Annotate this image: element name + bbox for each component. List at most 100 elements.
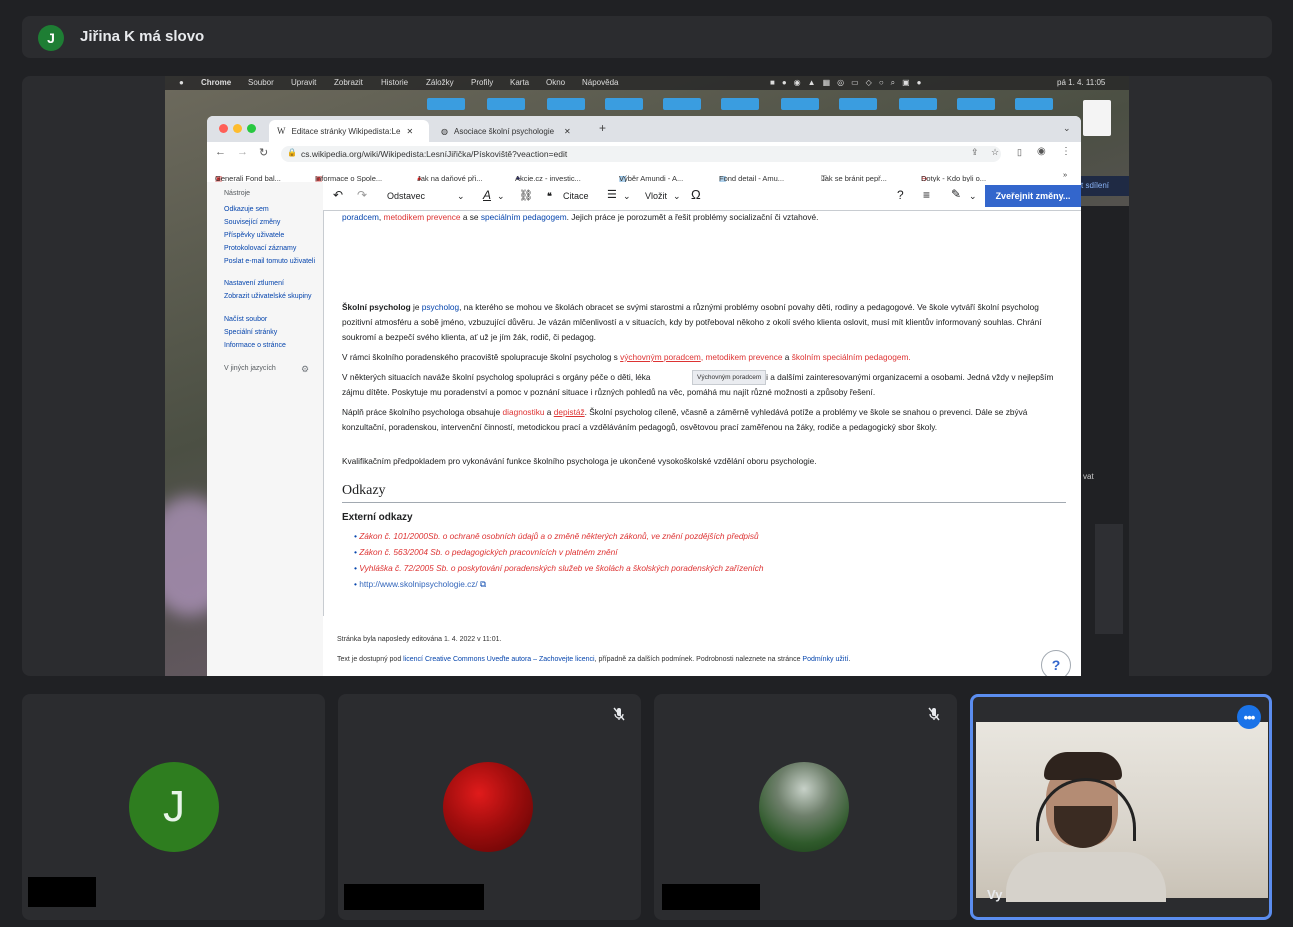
desktop-folder-icon xyxy=(487,98,525,110)
active-speaker-bar: J Jiřina K má slovo xyxy=(22,16,1272,58)
wiki-redlink[interactable]: metodikem prevence xyxy=(705,352,782,362)
tab-strip: W Editace stránky Wikipedista:Le ✕ ◍ Aso… xyxy=(207,116,1081,142)
participant-avatar xyxy=(759,762,849,852)
tab-wiki-edit[interactable]: W Editace stránky Wikipedista:Le ✕ xyxy=(269,120,429,142)
sidebar-item[interactable]: Speciální stránky xyxy=(224,329,316,337)
menu-dots-icon[interactable]: ⋮ xyxy=(1061,146,1071,157)
desktop-folder-icon xyxy=(547,98,585,110)
list-icon[interactable]: ☰ xyxy=(607,188,617,201)
share-icon[interactable]: ⇪ xyxy=(971,147,979,158)
wikipedia-icon: W xyxy=(277,126,286,136)
sidebar-item[interactable]: Poslat e-mail tomuto uživateli xyxy=(224,258,316,266)
tab-label: Asociace školní psychologie xyxy=(453,126,555,136)
redo-icon[interactable]: ↷ xyxy=(357,188,367,202)
special-characters-icon[interactable]: Ω xyxy=(691,187,701,202)
chevron-down-icon[interactable]: ⌄ xyxy=(497,191,505,202)
help-icon[interactable]: ? xyxy=(897,188,904,202)
paragraph: Kvalifikačním předpokladem pro vykonáván… xyxy=(342,456,817,466)
participant-tile[interactable] xyxy=(654,694,957,920)
desktop-folder-icon xyxy=(899,98,937,110)
last-edited: Stránka byla naposledy editována 1. 4. 2… xyxy=(337,636,502,643)
lock-icon: 🔒 xyxy=(287,148,297,157)
star-icon[interactable]: ☆ xyxy=(991,147,999,158)
url-field[interactable]: 🔒 cs.wikipedia.org/wiki/Wikipedista:Lesn… xyxy=(281,146,1001,162)
new-tab-icon[interactable]: + xyxy=(599,121,606,135)
link-icon[interactable]: ⛓ xyxy=(519,189,533,202)
quote-icon: ❝ xyxy=(547,191,552,201)
wiki-redlink[interactable]: Zákon č. 101/2000Sb. o ochraně osobních … xyxy=(359,531,758,541)
page-options-icon[interactable]: ≡ xyxy=(923,188,930,202)
list-item: • Zákon č. 101/2000Sb. o ochraně osobníc… xyxy=(354,531,759,541)
terms-link[interactable]: Podmínky užití xyxy=(802,656,848,663)
participant-tile[interactable]: J xyxy=(22,694,325,920)
link-tooltip: Výchovným poradcem xyxy=(692,370,767,385)
wiki-sidebar: Nástroje Odkazuje sem Související změny … xyxy=(207,182,323,676)
sidepanel-icon[interactable]: ▯ xyxy=(1017,147,1022,158)
sidebar-item[interactable]: Protokolovací záznamy xyxy=(224,245,316,253)
sidebar-item[interactable]: Související změny xyxy=(224,219,316,227)
desktop-folder-icon xyxy=(839,98,877,110)
self-camera-video xyxy=(976,722,1268,902)
sidebar-item[interactable]: Odkazuje sem xyxy=(224,206,316,214)
sidebar-item[interactable]: Načíst soubor xyxy=(224,316,316,324)
wiki-redlink[interactable]: diagnostiku xyxy=(503,407,545,417)
sidebar-heading: Nástroje xyxy=(224,190,251,197)
wiki-redlink[interactable]: školním speciálním pedagogem xyxy=(792,352,909,362)
close-window-icon[interactable] xyxy=(219,124,228,133)
external-links-list: • Zákon č. 101/2000Sb. o ochraně osobníc… xyxy=(354,528,1069,592)
paragraph: Školní psycholog je psycholog, na kteréh… xyxy=(342,302,1042,342)
wiki-link[interactable]: poradcem xyxy=(342,212,379,222)
sidebar-item[interactable]: Nastavení ztlumení xyxy=(224,280,316,288)
mic-off-icon xyxy=(928,707,940,721)
help-button[interactable]: ? xyxy=(1041,650,1071,676)
publish-button[interactable]: Zveřejnit změny... xyxy=(985,185,1081,207)
license-link[interactable]: licencí Creative Commons Uveďte autora –… xyxy=(403,656,594,663)
tab-asociace[interactable]: ◍ Asociace školní psychologie ✕ xyxy=(433,120,589,142)
wiki-link[interactable]: speciálním pedagogem xyxy=(481,212,567,222)
back-icon[interactable]: ← xyxy=(215,146,226,158)
reload-icon[interactable]: ↻ xyxy=(259,146,268,159)
external-link[interactable]: http://www.skolnipsychologie.cz/ xyxy=(359,579,478,589)
undo-icon[interactable]: ↶ xyxy=(333,188,343,202)
desktop-folder-icon xyxy=(605,98,643,110)
sidebar-item[interactable]: Informace o stránce xyxy=(224,342,316,350)
pencil-icon[interactable]: ✎ xyxy=(951,187,961,201)
apple-icon: ● xyxy=(179,78,184,87)
gear-icon[interactable]: ⚙ xyxy=(301,364,309,375)
forward-icon[interactable]: → xyxy=(237,146,248,158)
wiki-redlink[interactable]: depistáž xyxy=(554,407,585,417)
wiki-redlink[interactable]: Vyhláška č. 72/2005 Sb. o poskytování po… xyxy=(359,563,763,573)
chevron-down-icon[interactable]: ⌄ xyxy=(969,191,977,202)
subsection-heading: Externí odkazy xyxy=(342,512,413,523)
wiki-link[interactable]: psycholog xyxy=(422,302,459,312)
mac-menubar: ● Chrome Soubor Upravit Zobrazit Histori… xyxy=(165,76,1129,90)
minimize-window-icon[interactable] xyxy=(233,124,242,133)
profile-icon[interactable]: ◉ xyxy=(1037,146,1046,157)
chevron-down-icon[interactable]: ⌄ xyxy=(623,191,631,202)
text-style-icon[interactable]: A xyxy=(483,188,491,202)
wiki-redlink[interactable]: výchovným poradcem xyxy=(620,352,701,362)
sidebar-item[interactable]: Zobrazit uživatelské skupiny xyxy=(224,293,316,301)
chevron-down-icon[interactable]: ⌄ xyxy=(673,191,681,202)
self-view-tile[interactable]: Vy ••• xyxy=(970,694,1272,920)
list-item: • Vyhláška č. 72/2005 Sb. o poskytování … xyxy=(354,563,764,573)
license-text: Text je dostupný pod licencí Creative Co… xyxy=(337,656,851,663)
menu-karta: Karta xyxy=(510,78,530,87)
sidebar-item[interactable]: Příspěvky uživatele xyxy=(224,232,316,240)
more-options-button[interactable]: ••• xyxy=(1237,705,1261,729)
wiki-redlink[interactable]: metodikem prevence xyxy=(384,212,461,222)
paragraph-style-dropdown[interactable]: Odstavec xyxy=(387,191,425,201)
close-tab-icon[interactable]: ✕ xyxy=(406,127,413,136)
chevron-down-icon[interactable]: ⌄ xyxy=(457,191,465,202)
menu-upravit: Upravit xyxy=(291,78,317,87)
insert-dropdown[interactable]: Vložit xyxy=(645,191,667,201)
participant-tile[interactable] xyxy=(338,694,641,920)
participant-avatar: J xyxy=(129,762,219,852)
bookmarks-overflow-icon[interactable]: » xyxy=(1063,170,1067,179)
maximize-window-icon[interactable] xyxy=(247,124,256,133)
wiki-redlink[interactable]: Zákon č. 563/2004 Sb. o pedagogických pr… xyxy=(359,547,617,557)
close-tab-icon[interactable]: ✕ xyxy=(564,127,571,136)
chevron-down-icon[interactable]: ⌄ xyxy=(1063,123,1071,134)
status-icons: ■●◉▲▦◎▭◇○⌕▣● xyxy=(770,78,929,87)
cite-button[interactable]: Citace xyxy=(563,191,589,201)
